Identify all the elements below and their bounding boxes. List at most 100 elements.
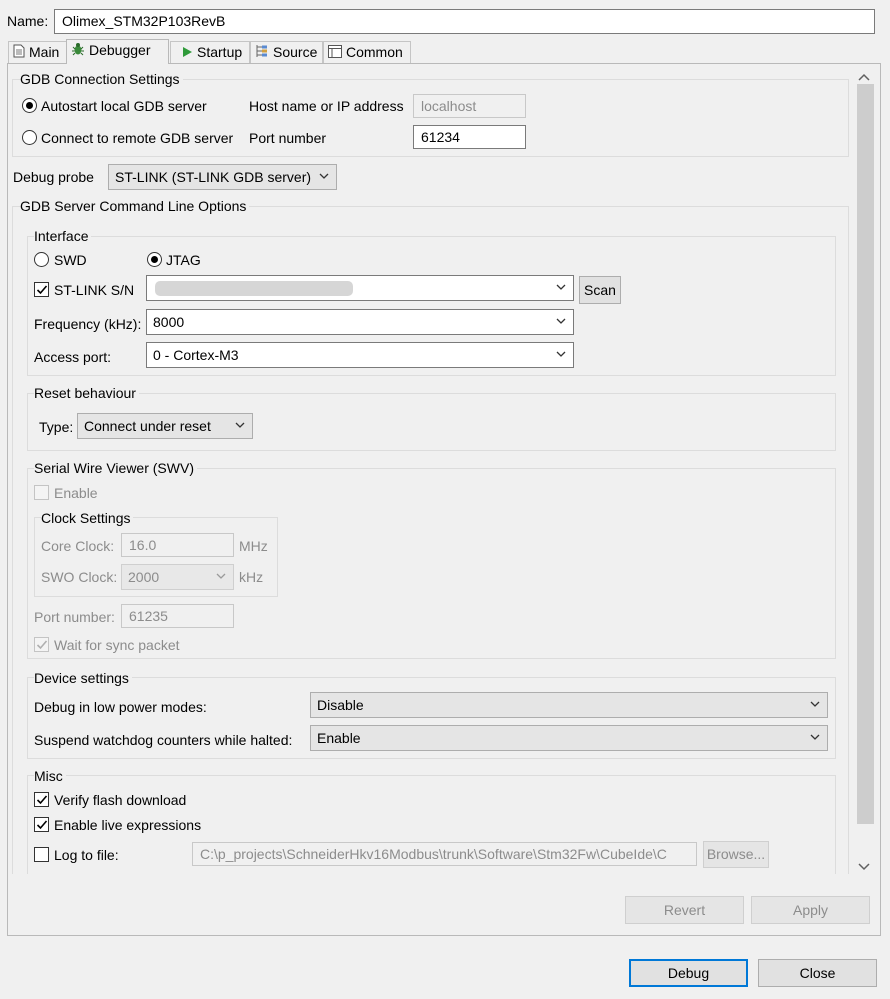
tab-startup[interactable]: Startup (170, 41, 250, 63)
remote-label: Connect to remote GDB server (41, 130, 234, 146)
log-to-file-checkbox[interactable] (34, 847, 49, 862)
verify-flash-checkbox[interactable] (34, 792, 49, 807)
swv-port-input[interactable]: 61235 (121, 604, 234, 628)
access-port-label: Access port: (34, 349, 112, 365)
access-port-value: 0 - Cortex-M3 (153, 347, 239, 363)
window-icon (328, 43, 342, 63)
wait-sync-checkbox[interactable] (34, 637, 49, 652)
log-to-file-label: Log to file: (54, 847, 119, 863)
document-icon (13, 43, 25, 63)
reset-type-label: Type: (39, 419, 74, 435)
verify-flash-label: Verify flash download (54, 792, 187, 808)
chevron-down-icon (319, 173, 329, 179)
chevron-down-icon (556, 284, 566, 290)
reset-title: Reset behaviour (34, 384, 139, 402)
tab-main-label: Main (29, 44, 60, 60)
port-label: Port number (249, 130, 327, 146)
tab-common-label: Common (346, 44, 403, 60)
port-input[interactable]: 61234 (413, 125, 526, 149)
tab-debugger-label: Debugger (89, 42, 151, 58)
debug-probe-select[interactable]: ST-LINK (ST-LINK GDB server) (108, 164, 337, 190)
host-input[interactable]: localhost (413, 94, 526, 118)
redacted-serial (155, 281, 353, 296)
device-settings-title: Device settings (34, 669, 132, 687)
dialog-footer (0, 937, 890, 999)
chevron-down-icon (556, 351, 566, 357)
name-label: Name: (7, 13, 49, 29)
low-power-select[interactable]: Disable (310, 692, 828, 718)
swo-clock-label: SWO Clock: (41, 569, 118, 585)
low-power-label: Debug in low power modes: (34, 699, 207, 715)
tab-source-label: Source (273, 44, 318, 60)
reset-type-select[interactable]: Connect under reset (77, 413, 253, 439)
tab-common[interactable]: Common (323, 41, 411, 63)
host-label: Host name or IP address (249, 98, 404, 114)
scroll-thumb[interactable] (857, 84, 874, 824)
live-expressions-checkbox[interactable] (34, 817, 49, 832)
watchdog-value: Enable (317, 730, 361, 746)
stlink-sn-label: ST-LINK S/N (54, 282, 135, 298)
tab-main[interactable]: Main (8, 41, 67, 63)
core-clock-unit: MHz (239, 538, 268, 554)
debug-button[interactable]: Debug (629, 959, 748, 987)
log-path-input[interactable]: C:\p_projects\SchneiderHkv16Modbus\trunk… (192, 842, 697, 866)
tab-debugger[interactable]: Debugger (66, 39, 169, 64)
checkmark-icon (36, 820, 48, 830)
watchdog-label: Suspend watchdog counters while halted: (34, 732, 293, 748)
access-port-select[interactable]: 0 - Cortex-M3 (146, 342, 574, 368)
low-power-value: Disable (317, 697, 364, 713)
apply-button[interactable]: Apply (751, 896, 870, 924)
autostart-radio[interactable] (22, 98, 37, 113)
chevron-down-icon (810, 734, 820, 740)
chevron-down-icon (216, 573, 226, 579)
swd-label: SWD (54, 252, 87, 268)
swd-radio[interactable] (34, 252, 49, 267)
play-icon (181, 43, 193, 63)
debug-probe-label: Debug probe (13, 169, 94, 185)
remote-radio[interactable] (22, 130, 37, 145)
debug-probe-value: ST-LINK (ST-LINK GDB server) (115, 169, 312, 185)
clock-settings-title: Clock Settings (41, 509, 134, 527)
frequency-value: 8000 (153, 314, 185, 330)
swo-clock-value: 2000 (128, 569, 160, 585)
jtag-radio[interactable] (147, 252, 162, 267)
scan-button[interactable]: Scan (579, 276, 621, 304)
swo-clock-unit: kHz (239, 569, 264, 585)
browse-button[interactable]: Browse... (703, 841, 769, 868)
frequency-select[interactable]: 8000 (146, 309, 574, 335)
tab-source[interactable]: Source (250, 41, 323, 63)
scroll-down-icon[interactable] (858, 858, 870, 874)
close-button[interactable]: Close (758, 959, 877, 987)
core-clock-input[interactable]: 16.0 (121, 533, 234, 557)
scroll-area-bottom (8, 874, 880, 875)
swv-enable-label: Enable (54, 485, 98, 501)
chevron-down-icon (556, 318, 566, 324)
stlink-sn-select[interactable] (146, 275, 574, 301)
tab-startup-label: Startup (197, 44, 243, 60)
swv-enable-checkbox[interactable] (34, 485, 49, 500)
interface-title: Interface (34, 227, 92, 245)
checkmark-icon (36, 795, 48, 805)
wait-sync-label: Wait for sync packet (54, 637, 180, 653)
revert-button[interactable]: Revert (625, 896, 744, 924)
live-expressions-label: Enable live expressions (54, 817, 202, 833)
frequency-label: Frequency (kHz): (34, 316, 142, 332)
scroll-up-icon[interactable] (858, 68, 870, 84)
name-input[interactable]: Olimex_STM32P103RevB (54, 9, 875, 34)
misc-title: Misc (34, 767, 66, 785)
swo-clock-select[interactable]: 2000 (121, 564, 234, 590)
reset-type-value: Connect under reset (84, 418, 211, 434)
checkmark-icon (36, 285, 48, 295)
core-clock-label: Core Clock: (41, 538, 115, 554)
autostart-label: Autostart local GDB server (41, 98, 207, 114)
checkmark-icon (36, 640, 48, 650)
swv-port-label: Port number: (34, 609, 115, 625)
gdb-connection-title: GDB Connection Settings (20, 70, 183, 88)
stlink-sn-checkbox[interactable] (34, 282, 49, 297)
vertical-scrollbar[interactable] (855, 64, 875, 874)
swv-title: Serial Wire Viewer (SWV) (34, 459, 197, 477)
jtag-label: JTAG (166, 252, 201, 268)
server-options-title: GDB Server Command Line Options (20, 197, 250, 215)
source-icon (255, 43, 269, 63)
watchdog-select[interactable]: Enable (310, 725, 828, 751)
